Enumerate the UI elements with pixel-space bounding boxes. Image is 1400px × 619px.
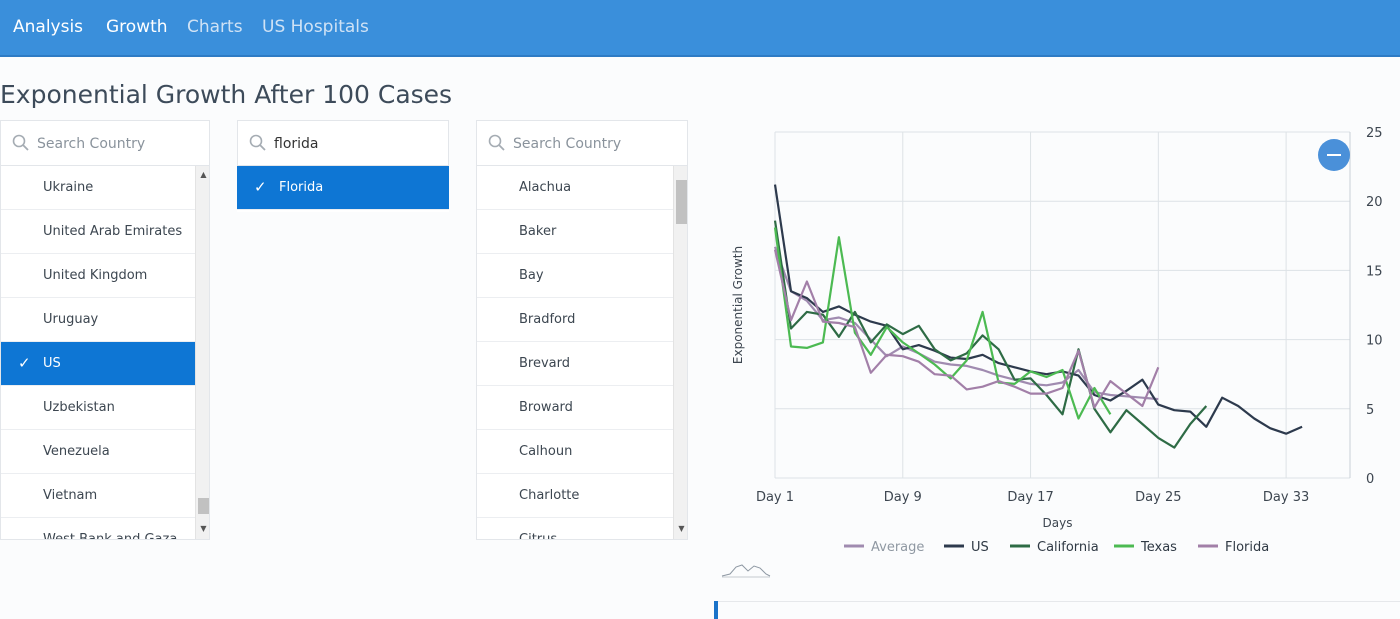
sparkline-icon (721, 564, 771, 578)
list-item-label: Ukraine (43, 180, 94, 195)
check-icon: ✓ (254, 178, 267, 196)
bottom-indicator (714, 601, 718, 619)
country-search-box (0, 120, 210, 166)
legend-label[interactable]: California (1037, 540, 1099, 555)
list-item-selected[interactable]: ✓ US (1, 342, 195, 386)
zoom-out-button[interactable] (1318, 139, 1350, 171)
page-title: Exponential Growth After 100 Cases (0, 80, 453, 109)
y-tick-label: 5 (1366, 403, 1374, 418)
list-item-label: Uruguay (43, 312, 99, 327)
nav-analysis[interactable]: Analysis (13, 17, 83, 37)
country-search-input[interactable] (37, 131, 202, 157)
growth-chart: 0 5 10 15 20 25 Day 1 Day 9 Day 17 Day 25 Day 33 Da… (720, 120, 1400, 590)
county-list: Alachua Baker Bay Bradford Brevard Browa… (476, 166, 688, 540)
list-item-label: Alachua (519, 180, 572, 195)
x-tick-label: Day 33 (1263, 490, 1309, 505)
list-item-label: Brevard (519, 356, 571, 371)
series-line-california (773, 220, 1208, 449)
list-item[interactable]: Alachua (477, 166, 673, 210)
search-icon (12, 134, 29, 151)
list-item-label: Charlotte (519, 488, 580, 503)
list-item[interactable]: United Kingdom (1, 254, 195, 298)
state-panel: ✓ Florida (237, 120, 449, 212)
list-item-label: Citrus (519, 532, 558, 540)
nav-charts[interactable]: Charts (187, 17, 243, 37)
y-tick-label: 15 (1366, 264, 1383, 279)
list-item[interactable]: Baker (477, 210, 673, 254)
list-item[interactable]: Ukraine (1, 166, 195, 210)
country-list: Ukraine United Arab Emirates United King… (0, 166, 210, 540)
top-nav: Analysis Growth Charts US Hospitals (0, 0, 1400, 57)
state-search-input[interactable] (274, 131, 439, 157)
county-search-box (476, 120, 688, 166)
list-item[interactable]: Uzbekistan (1, 386, 195, 430)
search-icon (488, 134, 505, 151)
list-item[interactable]: Bay (477, 254, 673, 298)
minus-icon (1327, 154, 1341, 156)
list-item[interactable]: United Arab Emirates (1, 210, 195, 254)
x-tick-label: Day 17 (1007, 490, 1053, 505)
y-tick-label: 25 (1366, 126, 1383, 141)
list-item-label: United Arab Emirates (43, 224, 183, 239)
list-item[interactable]: Bradford (477, 298, 673, 342)
list-item[interactable]: Uruguay (1, 298, 195, 342)
growth-chart-svg: 0 5 10 15 20 25 Day 1 Day 9 Day 17 Day 25 Day 33 Da… (731, 126, 1383, 555)
country-panel: Ukraine United Arab Emirates United King… (0, 120, 210, 540)
list-item-label: Bradford (519, 312, 576, 327)
state-search-box (237, 120, 449, 166)
list-item[interactable]: West Bank and Gaza (1, 518, 195, 540)
search-icon (249, 134, 266, 151)
legend-label[interactable]: Average (871, 540, 924, 555)
series-line-us (773, 184, 1303, 435)
bottom-divider (718, 601, 1400, 602)
nav-growth[interactable]: Growth (106, 17, 168, 37)
x-tick-label: Day 25 (1135, 490, 1181, 505)
scroll-up-icon[interactable]: ▲ (196, 168, 209, 182)
list-item[interactable]: Venezuela (1, 430, 195, 474)
county-search-input[interactable] (513, 131, 678, 157)
x-tick-label: Day 9 (884, 490, 922, 505)
scroll-thumb[interactable] (198, 498, 209, 514)
list-item[interactable]: Citrus (477, 518, 673, 540)
x-tick-label: Day 1 (756, 490, 794, 505)
list-item-label: Broward (519, 400, 573, 415)
list-item-label: Bay (519, 268, 544, 283)
y-tick-label: 0 (1366, 472, 1374, 487)
list-item-label: US (43, 356, 61, 371)
list-item-label: United Kingdom (43, 268, 148, 283)
list-item-label: Venezuela (43, 444, 110, 459)
legend-label[interactable]: US (971, 540, 989, 555)
list-item[interactable]: Calhoun (477, 430, 673, 474)
county-panel: Alachua Baker Bay Bradford Brevard Browa… (476, 120, 688, 540)
list-item[interactable]: Vietnam (1, 474, 195, 518)
scroll-thumb[interactable] (676, 180, 687, 224)
list-item-label: Baker (519, 224, 557, 239)
list-item-label: Florida (279, 180, 324, 195)
county-scrollbar[interactable]: ▼ (673, 166, 687, 539)
list-item[interactable]: Broward (477, 386, 673, 430)
scroll-down-icon[interactable]: ▼ (196, 522, 209, 536)
x-axis-title: Days (1043, 516, 1073, 530)
list-item-label: West Bank and Gaza (43, 532, 178, 540)
country-scrollbar[interactable]: ▲ ▼ (195, 166, 209, 539)
list-item-selected[interactable]: ✓ Florida (237, 166, 449, 210)
scroll-down-icon[interactable]: ▼ (674, 522, 687, 536)
list-item-label: Calhoun (519, 444, 573, 459)
legend-label[interactable]: Texas (1140, 540, 1177, 555)
list-item-label: Uzbekistan (43, 400, 115, 415)
y-tick-label: 10 (1366, 334, 1383, 349)
legend-label[interactable]: Florida (1225, 540, 1269, 555)
check-icon: ✓ (18, 354, 31, 372)
nav-us-hospitals[interactable]: US Hospitals (262, 17, 369, 37)
list-item[interactable]: Brevard (477, 342, 673, 386)
list-item-label: Vietnam (43, 488, 98, 503)
y-axis-title: Exponential Growth (731, 246, 745, 364)
list-item[interactable]: Charlotte (477, 474, 673, 518)
y-tick-label: 20 (1366, 195, 1383, 210)
state-list: ✓ Florida (237, 166, 449, 212)
